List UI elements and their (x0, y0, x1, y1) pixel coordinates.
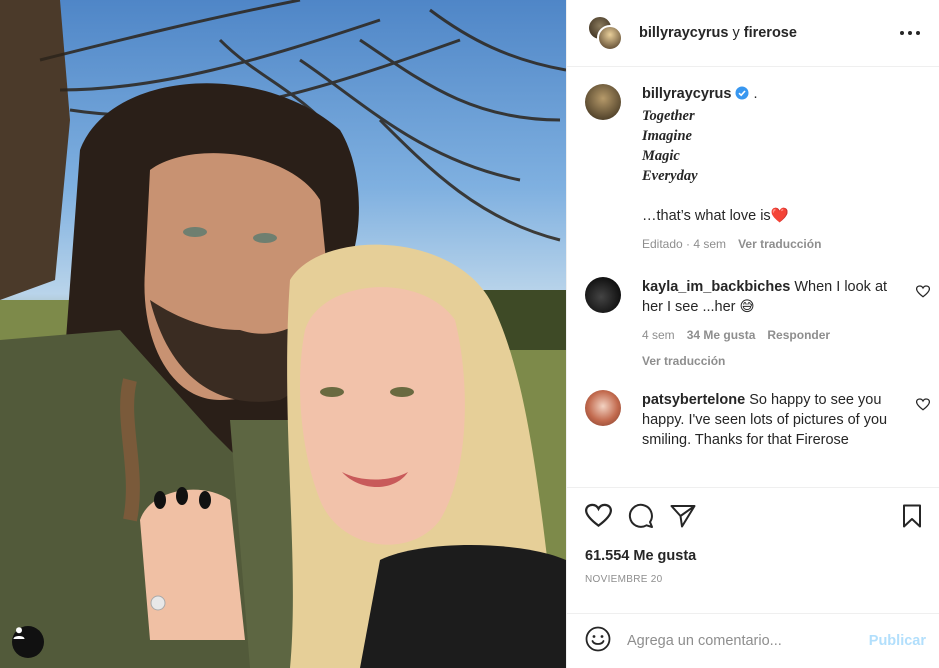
author-username-link[interactable]: billyraycyrus (639, 25, 728, 41)
avatar[interactable] (597, 25, 623, 51)
avatar[interactable] (585, 84, 621, 120)
avatar[interactable] (585, 277, 621, 313)
see-translation-link[interactable]: Ver traducción (738, 234, 821, 254)
post-side-panel: billyraycyrus y firerose billyraycyrus .… (566, 0, 939, 668)
bookmark-icon[interactable] (902, 504, 922, 533)
coauthor-username-link[interactable]: firerose (744, 25, 797, 41)
comment-username-link[interactable]: kayla_im_backbiches (642, 279, 790, 295)
comment-likes[interactable]: 34 Me gusta (687, 325, 756, 345)
caption-username-link[interactable]: billyraycyrus (642, 86, 731, 102)
caption-line: Magic (642, 148, 680, 164)
comment-item: patsybertelone So happy to see you happy… (585, 390, 931, 450)
collab-avatars[interactable] (585, 13, 625, 53)
caption-closing: …that’s what love is (642, 208, 771, 224)
caption-dot: . (753, 86, 758, 102)
more-options-icon[interactable] (898, 22, 922, 44)
publish-button[interactable]: Publicar (869, 633, 926, 649)
caption-time[interactable]: 4 sem (693, 237, 726, 251)
verified-badge-icon (735, 86, 749, 106)
reply-button[interactable]: Responder (767, 325, 830, 345)
user-tag-icon[interactable] (12, 626, 44, 658)
post-header: billyraycyrus y firerose (567, 0, 939, 67)
comment-item: kayla_im_backbiches When I look at her I… (585, 277, 931, 371)
comment-input[interactable] (627, 633, 869, 649)
red-heart-emoji: ❤️ (770, 208, 789, 224)
emoji-icon[interactable] (585, 626, 611, 657)
caption-line: Together (642, 108, 695, 124)
post-date[interactable]: NOVIEMBRE 20 (585, 574, 922, 585)
edited-label: Editado (642, 237, 683, 251)
comment-like-heart-icon[interactable] (915, 398, 931, 416)
comment-like-heart-icon[interactable] (915, 285, 931, 303)
see-translation-link[interactable]: Ver traducción (642, 351, 912, 371)
add-comment-bar: Publicar (567, 613, 939, 668)
likes-count[interactable]: 61.554 Me gusta (585, 548, 922, 564)
post-actions: 61.554 Me gusta NOVIEMBRE 20 (567, 487, 939, 613)
comment-username-link[interactable]: patsybertelone (642, 392, 745, 408)
caption-line: Imagine (642, 128, 692, 144)
heart-icon[interactable] (584, 503, 613, 533)
couple-selfie-image (0, 0, 566, 668)
caption-line: Everyday (642, 168, 698, 184)
post-authors: billyraycyrus y firerose (639, 25, 797, 41)
paper-plane-icon[interactable] (670, 504, 696, 533)
avatar[interactable] (585, 390, 621, 426)
conjunction-text: y (732, 25, 740, 41)
comment-time[interactable]: 4 sem (642, 325, 675, 345)
post-caption: billyraycyrus . Together Imagine Magic E… (585, 84, 925, 254)
comment-icon[interactable] (628, 503, 654, 534)
post-photo[interactable] (0, 0, 566, 668)
